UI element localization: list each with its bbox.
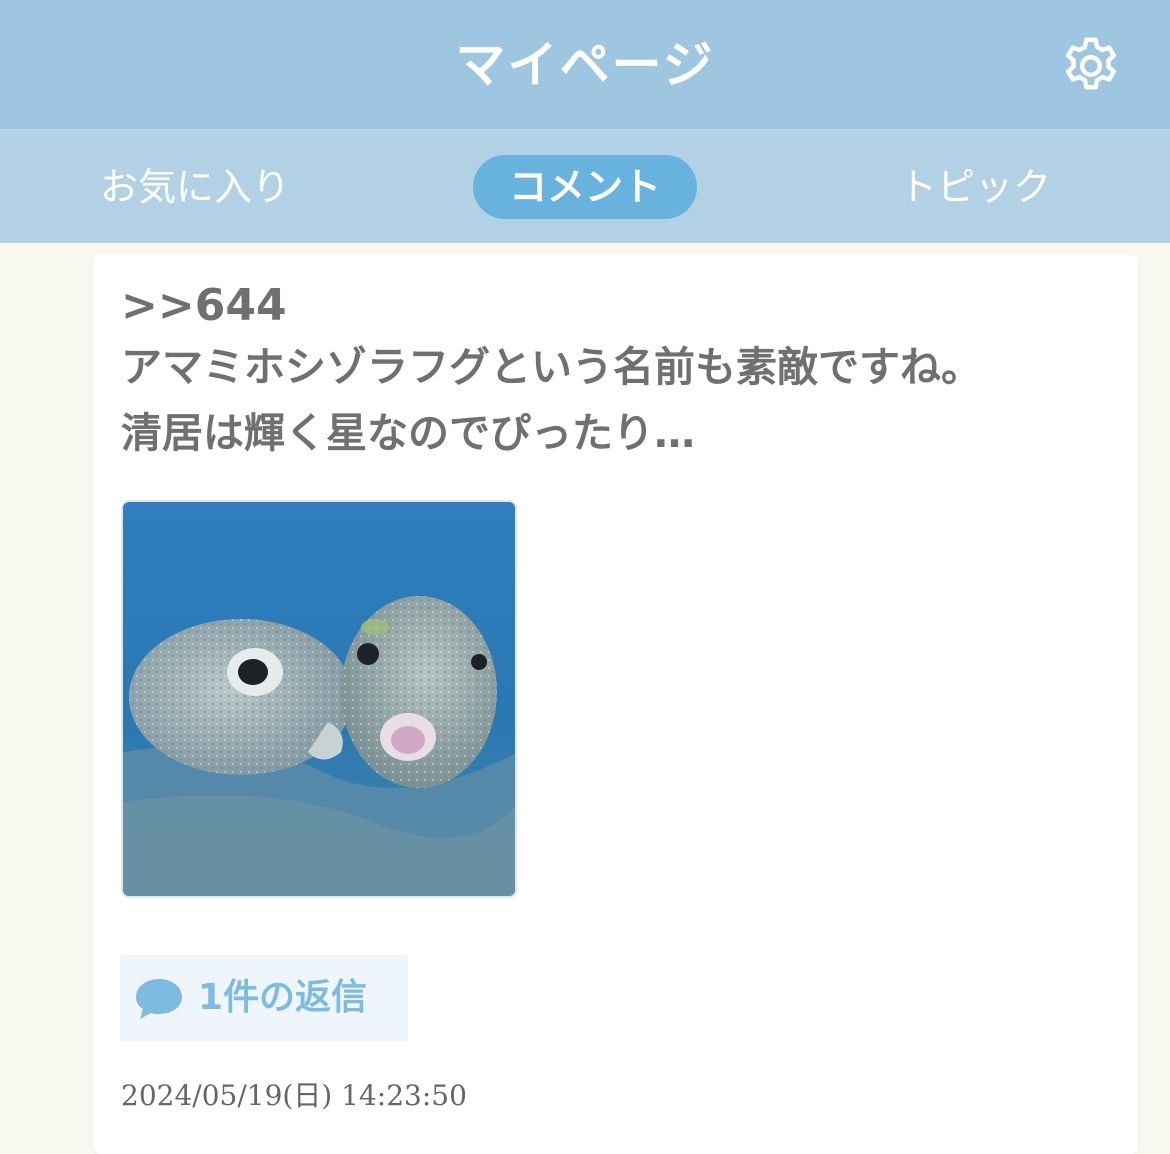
replies-count-label: 1件の返信 (198, 977, 368, 1018)
comment-text: アマミホシゾラフグという名前も素敵ですね。 清居は輝く星なのでぴったり… (121, 343, 982, 457)
gear-icon[interactable] (1058, 33, 1124, 99)
reply-reference[interactable]: >>644 (121, 276, 287, 336)
tab-favorites[interactable]: お気に入り (80, 155, 310, 219)
app-header: マイページ (0, 0, 1170, 131)
page-title: マイページ (455, 36, 715, 94)
tab-bar: お気に入り コメント トピック (0, 131, 1170, 243)
comment-timestamp: 2024/05/19(日) 14:23:50 (121, 1079, 467, 1112)
pufferfish-photo[interactable] (121, 500, 517, 898)
comment-card[interactable]: >>644 アマミホシゾラフグという名前も素敵ですね。 清居は輝く星なのでぴった… (93, 254, 1138, 1154)
tab-comments[interactable]: コメント (473, 155, 697, 219)
replies-button[interactable]: 1件の返信 (120, 955, 408, 1041)
speech-bubble-icon (136, 979, 182, 1019)
tab-topics[interactable]: トピック (860, 155, 1090, 219)
